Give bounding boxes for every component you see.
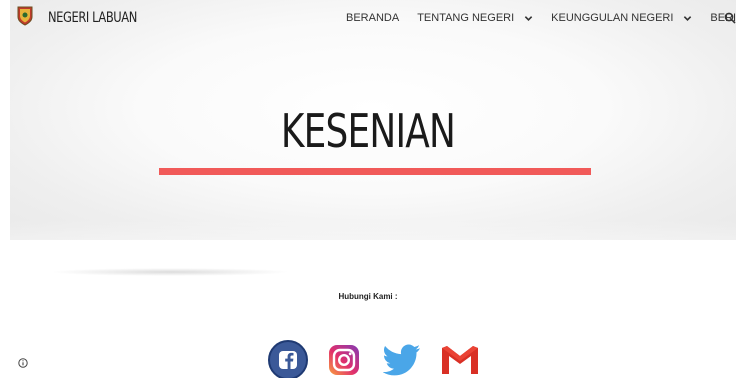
main-nav: BERANDA TENTANG NEGERI KEUNGGULAN NEGERI… — [346, 12, 736, 24]
chevron-down-icon[interactable] — [683, 14, 692, 23]
site-header: NEGERI LABUAN BERANDA TENTANG NEGERI KEU… — [0, 0, 736, 38]
site-title[interactable]: NEGERI LABUAN — [48, 10, 137, 26]
chevron-down-icon[interactable] — [524, 14, 533, 23]
title-underline — [159, 168, 591, 175]
info-icon[interactable] — [18, 358, 28, 368]
site-logo-icon[interactable] — [17, 6, 33, 26]
page-title: KESENIAN — [280, 104, 456, 158]
page: NEGERI LABUAN BERANDA TENTANG NEGERI KEU… — [0, 0, 736, 378]
instagram-icon[interactable] — [328, 344, 360, 376]
gmail-icon[interactable] — [440, 344, 480, 376]
contact-label: Hubungi Kami : — [338, 292, 398, 301]
nav-keunggulan-negeri-label: KEUNGGULAN NEGERI — [551, 12, 674, 24]
nav-tentang-negeri-label: TENTANG NEGERI — [417, 12, 515, 24]
nav-beranda-label: BERANDA — [346, 12, 400, 24]
facebook-icon[interactable] — [268, 340, 308, 378]
nav-keunggulan-negeri[interactable]: KEUNGGULAN NEGERI — [551, 12, 692, 24]
nav-beranda[interactable]: BERANDA — [346, 12, 399, 24]
twitter-icon[interactable] — [383, 344, 421, 378]
nav-tentang-negeri[interactable]: TENTANG NEGERI — [417, 12, 533, 24]
search-icon[interactable] — [724, 12, 736, 24]
